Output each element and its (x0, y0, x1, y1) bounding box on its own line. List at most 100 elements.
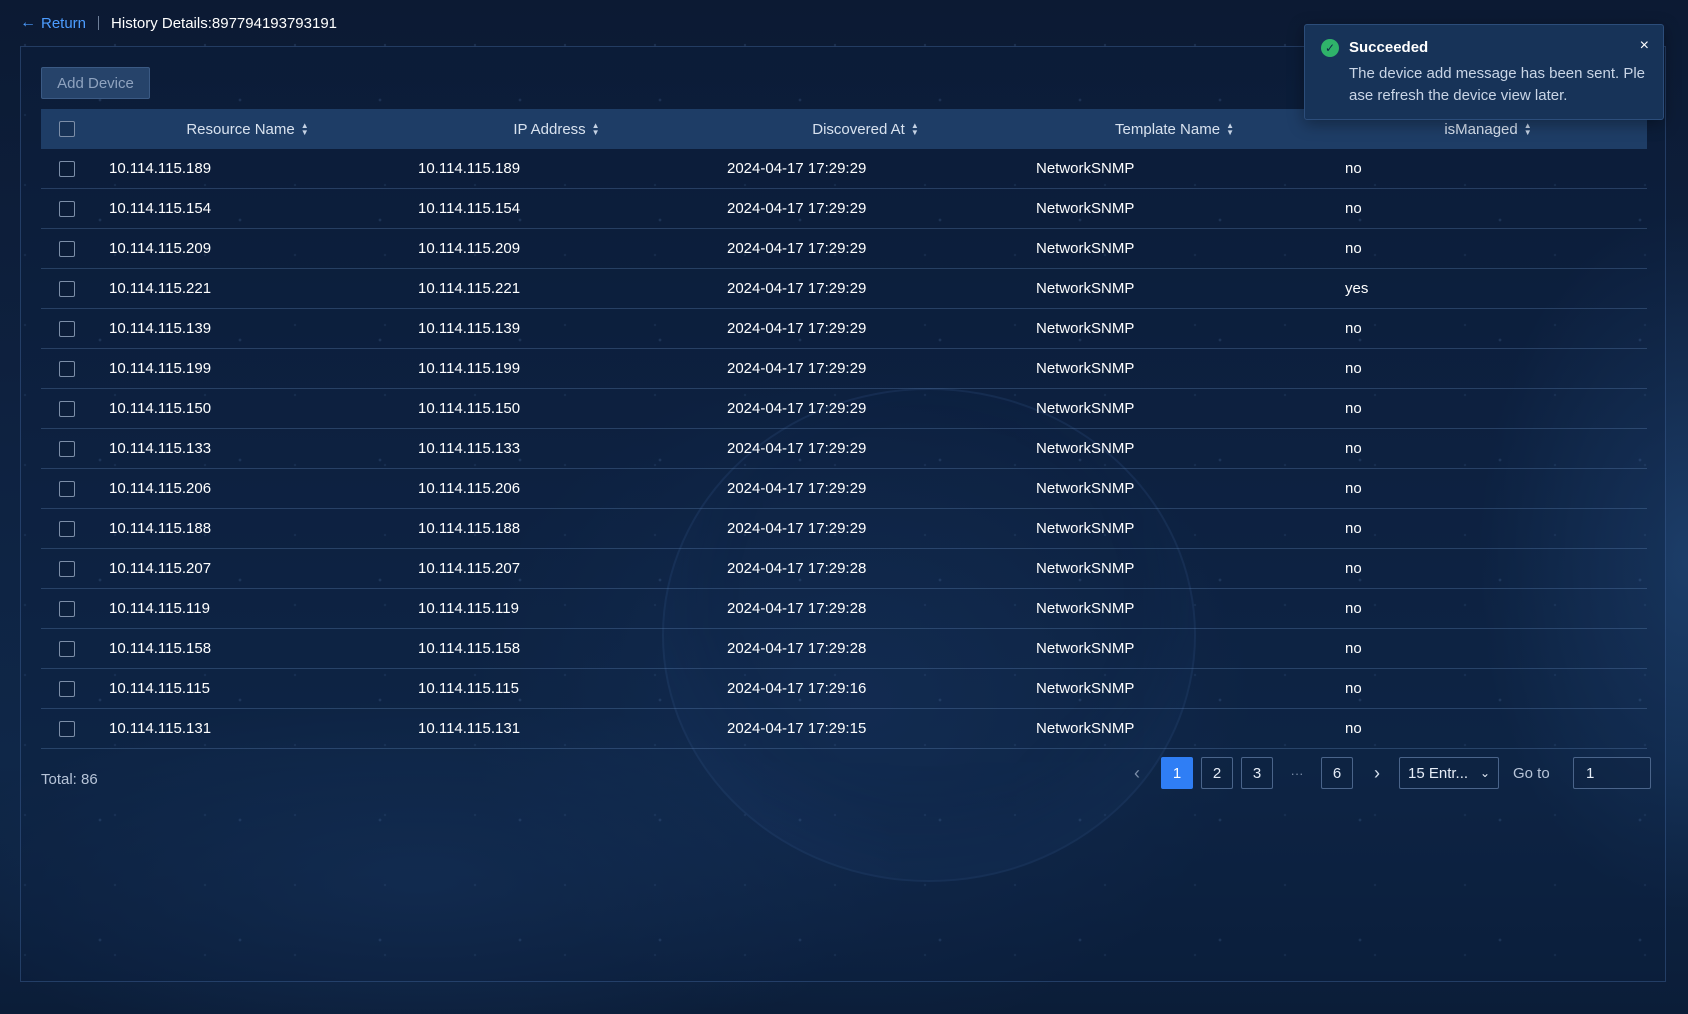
row-checkbox[interactable] (59, 400, 75, 417)
row-checkbox[interactable] (59, 320, 75, 337)
table-row[interactable]: 10.114.115.115 10.114.115.115 2024-04-17 1… (41, 669, 1647, 709)
row-checkbox-cell (41, 320, 93, 337)
sort-icon[interactable]: ▲ ▼ (592, 122, 600, 137)
column-header-template-name[interactable]: Template Name ▲ ▼ (1020, 121, 1329, 138)
template-name-cell: NetworkSNMP (1036, 160, 1135, 177)
header-divider (98, 16, 100, 30)
column-header-discovered-at[interactable]: Discovered At ▲ ▼ (711, 121, 1020, 138)
return-link[interactable]: ← Return (20, 14, 86, 32)
page-button-1[interactable]: 1 (1161, 757, 1193, 789)
table-row[interactable]: 10.114.115.189 10.114.115.189 2024-04-17 1… (41, 149, 1647, 189)
select-all-checkbox[interactable] (59, 121, 75, 137)
table-row[interactable]: 10.114.115.154 10.114.115.154 2024-04-17 1… (41, 189, 1647, 229)
row-checkbox-cell (41, 200, 93, 217)
toast-title: Succeeded (1349, 39, 1429, 56)
row-checkbox[interactable] (59, 240, 75, 257)
column-label: IP Address (513, 120, 586, 138)
discovered-at-cell: 2024-04-17 17:29:29 (727, 480, 867, 497)
ip-address-cell: 10.114.115.133 (418, 440, 521, 457)
sort-icon[interactable]: ▲ ▼ (911, 122, 919, 137)
resource-name-cell: 10.114.115.207 (109, 560, 212, 577)
is-managed-cell: no (1345, 720, 1362, 737)
sort-icon[interactable]: ▲ ▼ (1524, 122, 1532, 137)
row-checkbox[interactable] (59, 360, 75, 377)
page-button-3[interactable]: 3 (1241, 757, 1273, 789)
column-label: Template Name (1115, 120, 1221, 138)
template-name-cell: NetworkSNMP (1036, 320, 1135, 337)
resource-name-cell: 10.114.115.206 (109, 480, 212, 497)
is-managed-cell: no (1345, 600, 1362, 617)
table-row[interactable]: 10.114.115.139 10.114.115.139 2024-04-17 1… (41, 309, 1647, 349)
table-row[interactable]: 10.114.115.207 10.114.115.207 2024-04-17 1… (41, 549, 1647, 589)
row-checkbox[interactable] (59, 560, 75, 577)
row-checkbox-cell (41, 520, 93, 537)
discovered-at-cell: 2024-04-17 17:29:28 (727, 560, 867, 577)
resource-name-cell: 10.114.115.119 (109, 600, 210, 617)
discovered-at-cell: 2024-04-17 17:29:15 (727, 720, 867, 737)
is-managed-cell: no (1345, 240, 1362, 257)
row-checkbox[interactable] (59, 200, 75, 217)
row-checkbox-cell (41, 440, 93, 457)
template-name-cell: NetworkSNMP (1036, 280, 1135, 297)
header-checkbox-cell (41, 121, 93, 137)
next-page-icon[interactable]: › (1361, 757, 1393, 789)
row-checkbox[interactable] (59, 600, 75, 617)
page-title: History Details:897794193793191 (111, 14, 338, 32)
template-name-cell: NetworkSNMP (1036, 480, 1135, 497)
discovered-at-cell: 2024-04-17 17:29:29 (727, 320, 867, 337)
row-checkbox[interactable] (59, 520, 75, 537)
goto-page-input[interactable] (1573, 757, 1651, 789)
discovered-at-cell: 2024-04-17 17:29:29 (727, 280, 867, 297)
row-checkbox[interactable] (59, 160, 75, 177)
row-checkbox[interactable] (59, 640, 75, 657)
column-header-resource-name[interactable]: Resource Name ▲ ▼ (93, 121, 402, 138)
template-name-cell: NetworkSNMP (1036, 400, 1135, 417)
is-managed-cell: no (1345, 160, 1362, 177)
ip-address-cell: 10.114.115.131 (418, 720, 521, 737)
sort-icon[interactable]: ▲ ▼ (1226, 122, 1234, 137)
close-icon[interactable]: × (1640, 37, 1649, 55)
ip-address-cell: 10.114.115.119 (418, 600, 519, 617)
resource-name-cell: 10.114.115.115 (109, 680, 210, 697)
table-row[interactable]: 10.114.115.221 10.114.115.221 2024-04-17 1… (41, 269, 1647, 309)
table-row[interactable]: 10.114.115.199 10.114.115.199 2024-04-17 1… (41, 349, 1647, 389)
ip-address-cell: 10.114.115.209 (418, 240, 521, 257)
page-button-6[interactable]: 6 (1321, 757, 1353, 789)
row-checkbox[interactable] (59, 440, 75, 457)
add-device-button[interactable]: Add Device (41, 67, 150, 99)
header-bar: ← Return History Details:897794193793191 (20, 12, 337, 34)
row-checkbox[interactable] (59, 680, 75, 697)
row-checkbox-cell (41, 280, 93, 297)
device-table: Resource Name ▲ ▼ IP Address ▲ ▼ Discovere… (41, 109, 1647, 749)
discovered-at-cell: 2024-04-17 17:29:29 (727, 160, 867, 177)
column-label: Resource Name (186, 120, 295, 138)
row-checkbox[interactable] (59, 720, 75, 737)
row-checkbox-cell (41, 720, 93, 737)
table-row[interactable]: 10.114.115.133 10.114.115.133 2024-04-17 1… (41, 429, 1647, 469)
table-row[interactable]: 10.114.115.188 10.114.115.188 2024-04-17 1… (41, 509, 1647, 549)
page-ellipsis[interactable]: ··· (1281, 757, 1313, 789)
resource-name-cell: 10.114.115.188 (109, 520, 212, 537)
row-checkbox[interactable] (59, 280, 75, 297)
column-header-ip-address[interactable]: IP Address ▲ ▼ (402, 121, 711, 138)
page-size-select[interactable]: 15 Entr... ⌄ (1399, 757, 1499, 789)
ip-address-cell: 10.114.115.206 (418, 480, 521, 497)
table-row[interactable]: 10.114.115.158 10.114.115.158 2024-04-17 1… (41, 629, 1647, 669)
page-button-2[interactable]: 2 (1201, 757, 1233, 789)
table-row[interactable]: 10.114.115.206 10.114.115.206 2024-04-17 1… (41, 469, 1647, 509)
prev-page-icon[interactable]: ‹ (1121, 757, 1153, 789)
ip-address-cell: 10.114.115.207 (418, 560, 521, 577)
ip-address-cell: 10.114.115.115 (418, 680, 519, 697)
table-row[interactable]: 10.114.115.131 10.114.115.131 2024-04-17 1… (41, 709, 1647, 749)
row-checkbox[interactable] (59, 480, 75, 497)
template-name-cell: NetworkSNMP (1036, 640, 1135, 657)
column-header-is-managed[interactable]: isManaged ▲ ▼ (1329, 121, 1647, 138)
table-row[interactable]: 10.114.115.150 10.114.115.150 2024-04-17 1… (41, 389, 1647, 429)
table-row[interactable]: 10.114.115.119 10.114.115.119 2024-04-17 1… (41, 589, 1647, 629)
discovered-at-cell: 2024-04-17 17:29:29 (727, 400, 867, 417)
table-row[interactable]: 10.114.115.209 10.114.115.209 2024-04-17 1… (41, 229, 1647, 269)
total-count: Total: 86 (41, 771, 98, 788)
row-checkbox-cell (41, 560, 93, 577)
sort-icon[interactable]: ▲ ▼ (301, 122, 309, 137)
resource-name-cell: 10.114.115.133 (109, 440, 212, 457)
